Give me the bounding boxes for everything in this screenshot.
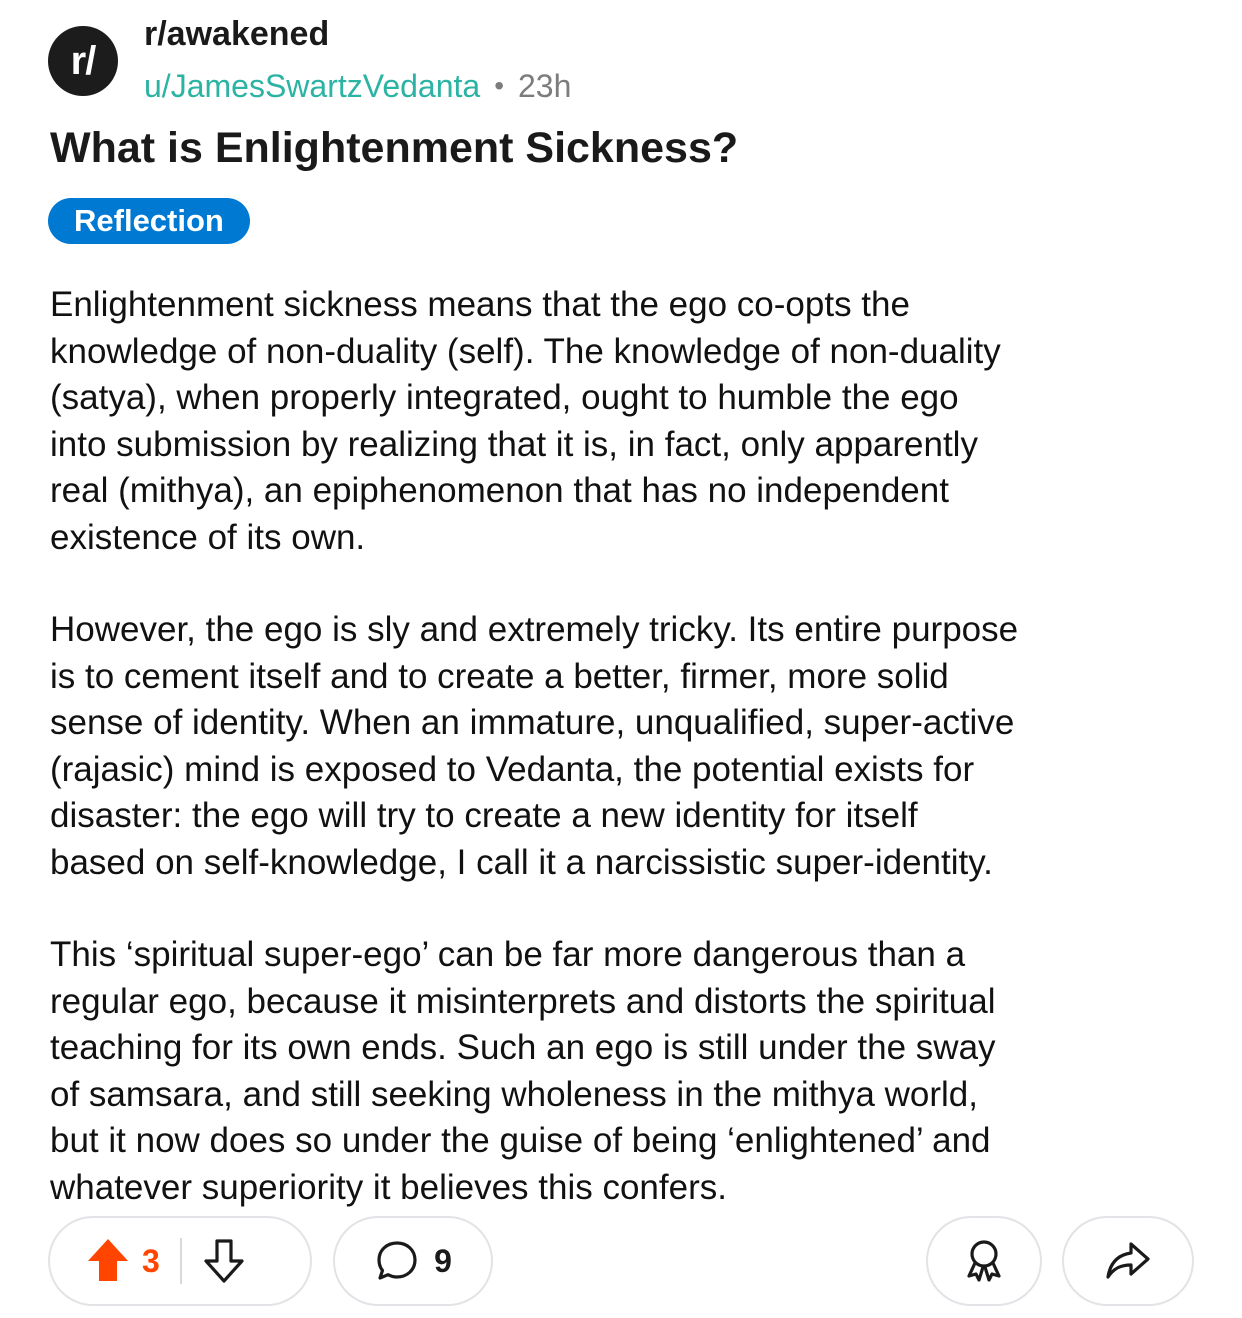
body-paragraph: Enlightenment sickness means that the eg… [50, 285, 1001, 557]
comment-count: 9 [434, 1242, 452, 1279]
body-paragraph: However, the ego is sly and extremely tr… [50, 610, 1019, 882]
arrow-down-icon[interactable] [202, 1237, 246, 1285]
post-body: Enlightenment sickness means that the eg… [50, 282, 1200, 1257]
comments-button[interactable]: 9 [333, 1216, 493, 1306]
vote-divider [179, 1238, 182, 1284]
speech-bubble-icon [374, 1238, 420, 1284]
subreddit-avatar[interactable]: r/ [48, 26, 118, 96]
post-header: r/ r/awakened u/JamesSwartzVedanta • 23h [48, 14, 571, 106]
award-button[interactable] [926, 1216, 1042, 1306]
vote-count: 3 [142, 1242, 160, 1279]
post-meta: r/awakened u/JamesSwartzVedanta • 23h [144, 14, 571, 106]
meta-separator: • [494, 70, 504, 101]
vote-control: 3 [48, 1216, 312, 1306]
post-timestamp: 23h [518, 68, 572, 104]
author-row: u/JamesSwartzVedanta • 23h [144, 66, 571, 106]
post-flair[interactable]: Reflection [48, 198, 250, 244]
author-username[interactable]: u/JamesSwartzVedanta [144, 66, 480, 106]
share-arrow-icon [1104, 1239, 1152, 1283]
body-paragraph: This ‘spiritual super-ego’ can be far mo… [50, 935, 996, 1207]
share-button[interactable] [1062, 1216, 1194, 1306]
award-ribbon-icon [960, 1237, 1008, 1285]
post-title: What is Enlightenment Sickness? [50, 124, 739, 172]
action-bar: 3 9 [0, 1216, 1242, 1310]
subreddit-name[interactable]: r/awakened [144, 14, 571, 54]
arrow-up-icon[interactable] [86, 1237, 130, 1285]
